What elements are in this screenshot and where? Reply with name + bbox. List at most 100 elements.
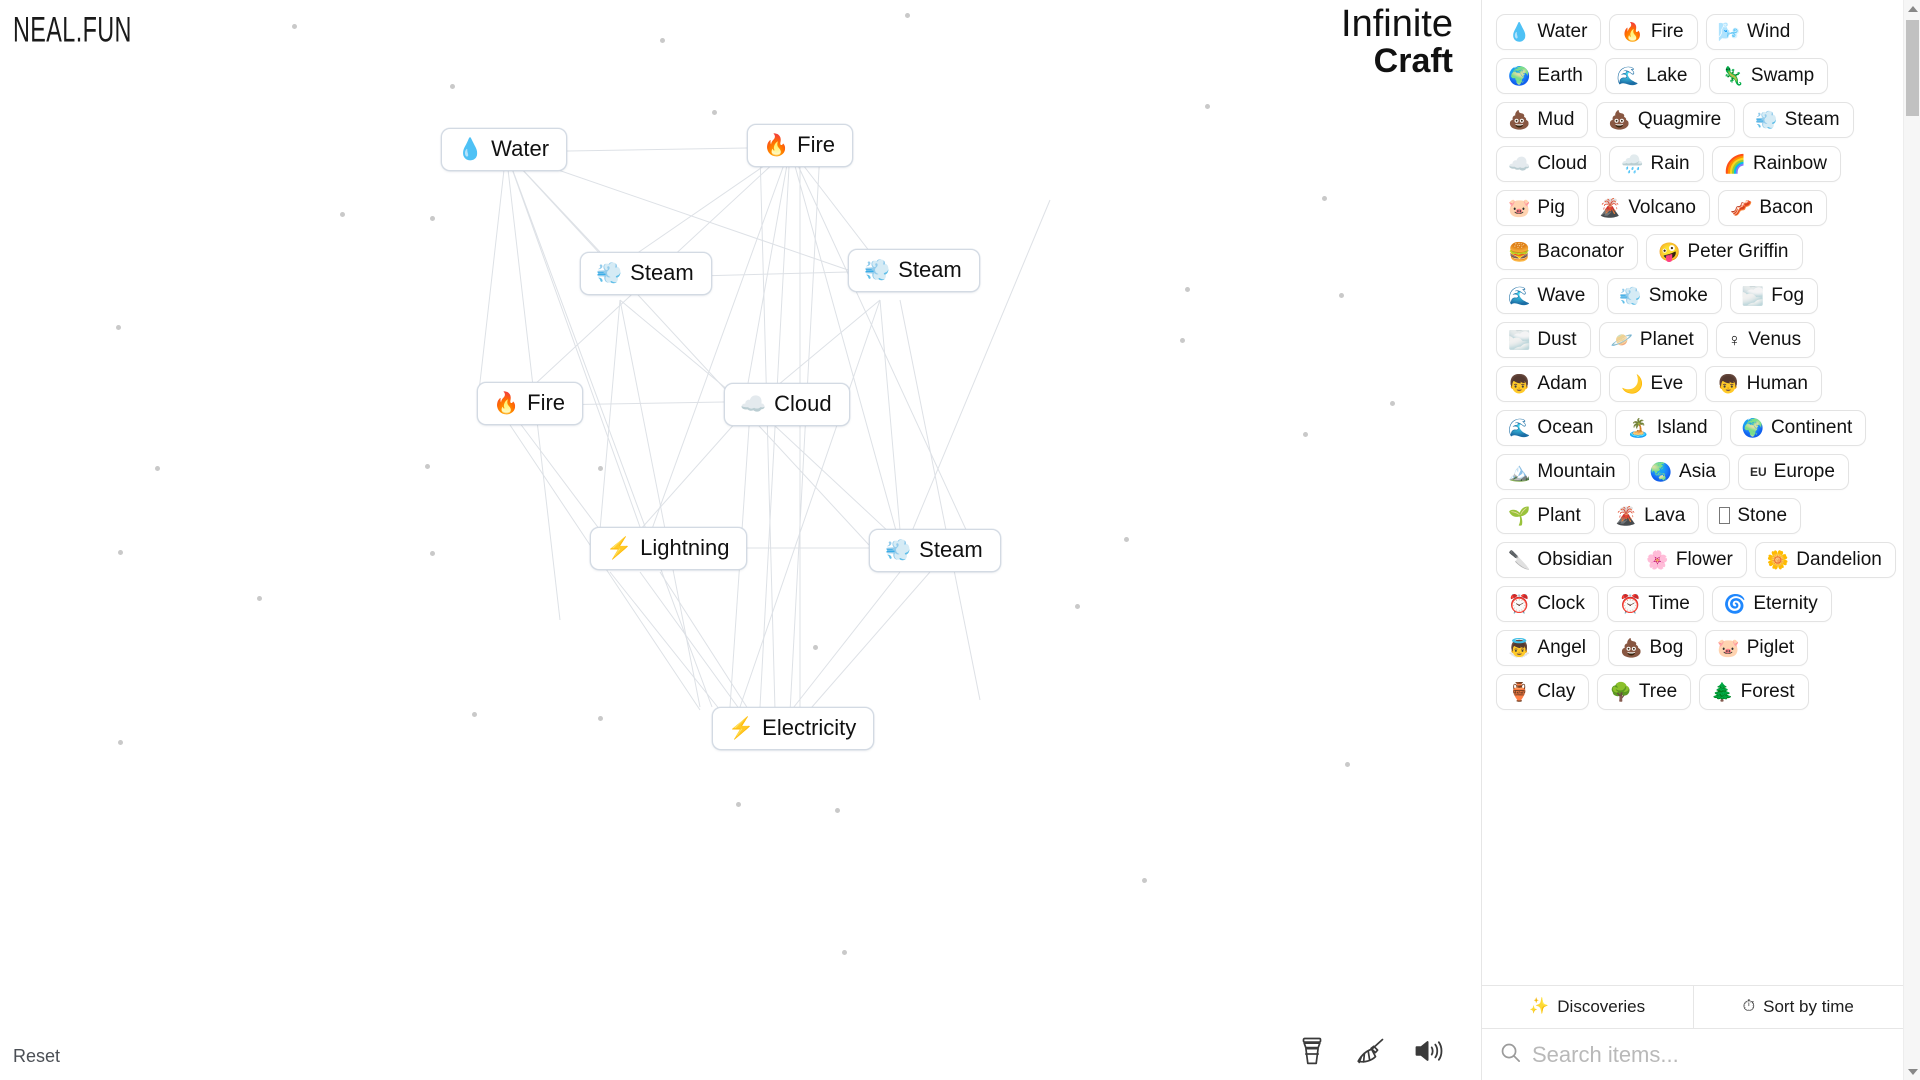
canvas-node-steam[interactable]: 💨Steam bbox=[869, 529, 1001, 572]
steam-icon: 💨 bbox=[864, 260, 890, 281]
bacon-icon: 🥓 bbox=[1730, 199, 1752, 217]
background-dot bbox=[712, 110, 717, 115]
sidebar-item-volcano[interactable]: 🌋Volcano bbox=[1587, 190, 1710, 226]
background-dot bbox=[1185, 287, 1190, 292]
alarm-clock-icon: ⏰ bbox=[1508, 595, 1530, 613]
sidebar-item-rainbow[interactable]: 🌈Rainbow bbox=[1712, 146, 1841, 182]
sidebar-item-peter-griffin[interactable]: 🤪Peter Griffin bbox=[1646, 234, 1802, 270]
sidebar-item-water[interactable]: 💧Water bbox=[1496, 14, 1601, 50]
fire-icon: 🔥 bbox=[1621, 23, 1643, 41]
sidebar-item-label: Smoke bbox=[1649, 286, 1708, 305]
game-title: Infinite Craft bbox=[1341, 5, 1453, 78]
sidebar-item-asia[interactable]: 🌏Asia bbox=[1638, 454, 1730, 490]
canvas-node-cloud[interactable]: ☁️Cloud bbox=[724, 383, 850, 426]
canvas-node-label: Steam bbox=[919, 539, 983, 561]
sidebar-item-eve[interactable]: 🌙Eve bbox=[1609, 366, 1697, 402]
background-dot bbox=[842, 950, 847, 955]
sidebar-item-continent[interactable]: 🌍Continent bbox=[1730, 410, 1867, 446]
sidebar-item-label: Volcano bbox=[1628, 198, 1696, 217]
sidebar-scrollbar[interactable] bbox=[1903, 0, 1920, 1080]
sidebar-item-bacon[interactable]: 🥓 Bacon bbox=[1718, 190, 1827, 226]
canvas-node-fire[interactable]: 🔥Fire bbox=[747, 124, 853, 167]
sidebar-item-bog[interactable]: 💩Bog bbox=[1608, 630, 1697, 666]
sidebar-item-dust[interactable]: 🌫️Dust bbox=[1496, 322, 1591, 358]
scrollbar-thumb[interactable] bbox=[1906, 20, 1919, 116]
sidebar-item-adam[interactable]: 👦Adam bbox=[1496, 366, 1601, 402]
discoveries-filter-button[interactable]: ✨ Discoveries bbox=[1482, 986, 1693, 1028]
sidebar-item-mud[interactable]: 💩Mud bbox=[1496, 102, 1588, 138]
sidebar-item-clay[interactable]: 🏺Clay bbox=[1496, 674, 1589, 710]
sort-by-time-label: Sort by time bbox=[1763, 997, 1854, 1017]
sidebar-item-tree[interactable]: 🌳Tree bbox=[1597, 674, 1691, 710]
scrollbar-up-arrow[interactable] bbox=[1904, 0, 1920, 17]
canvas-node-lightning[interactable]: ⚡Lightning bbox=[590, 527, 747, 570]
sort-by-time-button[interactable]: ⏱ Sort by time bbox=[1693, 986, 1904, 1028]
sidebar-item-piglet[interactable]: 🐷Piglet bbox=[1705, 630, 1808, 666]
sidebar-item-planet[interactable]: 🪐Planet bbox=[1599, 322, 1708, 358]
sidebar-item-time[interactable]: ⏰Time bbox=[1607, 586, 1704, 622]
sidebar-item-label: Asia bbox=[1679, 462, 1716, 481]
neal-fun-wordmark[interactable]: NEAL.FUN bbox=[13, 11, 132, 51]
sidebar-item-human[interactable]: 👦Human bbox=[1705, 366, 1822, 402]
search-bar[interactable] bbox=[1482, 1029, 1903, 1080]
sidebar-item-lake[interactable]: 🌊Lake bbox=[1605, 58, 1702, 94]
sidebar-item-eternity[interactable]: 🌀Eternity bbox=[1712, 586, 1832, 622]
sidebar-item-island[interactable]: 🏝️Island bbox=[1615, 410, 1721, 446]
background-dot bbox=[1180, 338, 1185, 343]
pig-face-icon: 🐷 bbox=[1508, 199, 1530, 217]
sidebar-item-ocean[interactable]: 🌊Ocean bbox=[1496, 410, 1607, 446]
sidebar-item-earth[interactable]: 🌍Earth bbox=[1496, 58, 1597, 94]
scrollbar-down-arrow[interactable] bbox=[1904, 1063, 1920, 1080]
sidebar-item-cloud[interactable]: ☁️Cloud bbox=[1496, 146, 1601, 182]
steam-icon: 💨 bbox=[1755, 111, 1777, 129]
sidebar-item-rain[interactable]: 🌧️Rain bbox=[1609, 146, 1704, 182]
pig-face-icon: 🐷 bbox=[1717, 639, 1739, 657]
sidebar-item-wind[interactable]: 🌬️Wind bbox=[1706, 14, 1805, 50]
sidebar-item-quagmire[interactable]: 💩Quagmire bbox=[1596, 102, 1735, 138]
sidebar-item-pig[interactable]: 🐷Pig bbox=[1496, 190, 1579, 226]
reset-button[interactable]: Reset bbox=[13, 1046, 60, 1067]
background-dot bbox=[116, 325, 121, 330]
seedling-icon: 🌱 bbox=[1508, 507, 1530, 525]
sidebar-item-angel[interactable]: 👼Angel bbox=[1496, 630, 1600, 666]
sidebar-item-label: Baconator bbox=[1537, 242, 1624, 261]
sidebar-item-stone[interactable]: Stone bbox=[1707, 498, 1801, 534]
canvas-node-water[interactable]: 💧Water bbox=[441, 128, 567, 171]
sidebar-item-swamp[interactable]: 🦎Swamp bbox=[1709, 58, 1828, 94]
search-input[interactable] bbox=[1532, 1042, 1862, 1068]
coffee-icon[interactable] bbox=[1295, 1034, 1329, 1068]
sidebar-item-plant[interactable]: 🌱 Plant bbox=[1496, 498, 1595, 534]
canvas-node-electricity[interactable]: ⚡Electricity bbox=[712, 707, 874, 750]
missing-glyph-icon bbox=[1719, 507, 1730, 524]
sidebar-item-fire[interactable]: 🔥Fire bbox=[1609, 14, 1697, 50]
crafting-canvas[interactable]: NEAL.FUN Infinite Craft 💧Water🔥Fire💨Stea… bbox=[0, 0, 1481, 1080]
sidebar-item-mountain[interactable]: 🏔️Mountain bbox=[1496, 454, 1630, 490]
sidebar-item-label: Plant bbox=[1537, 506, 1580, 525]
sidebar-item-label: Bacon bbox=[1759, 198, 1813, 217]
sound-icon[interactable] bbox=[1411, 1034, 1445, 1068]
wave-icon: 🌊 bbox=[1508, 419, 1530, 437]
sidebar-item-wave[interactable]: 🌊Wave bbox=[1496, 278, 1599, 314]
sidebar-item-forest[interactable]: 🌲Forest bbox=[1699, 674, 1808, 710]
canvas-node-label: Fire bbox=[797, 134, 835, 156]
sidebar-item-smoke[interactable]: 💨Smoke bbox=[1607, 278, 1722, 314]
canvas-node-steam[interactable]: 💨Steam bbox=[848, 249, 980, 292]
sidebar-item-flower[interactable]: 🌸Flower bbox=[1634, 542, 1746, 578]
wind-icon: 🌬️ bbox=[1718, 23, 1740, 41]
background-dot bbox=[340, 212, 345, 217]
sidebar-item-label: Mud bbox=[1537, 110, 1574, 129]
sidebar-item-fog[interactable]: 🌫️Fog bbox=[1730, 278, 1818, 314]
sidebar-item-lava[interactable]: 🌋Lava bbox=[1603, 498, 1700, 534]
hamburger-icon: 🍔 bbox=[1508, 243, 1530, 261]
sidebar-item-europe[interactable]: EUEurope bbox=[1738, 454, 1849, 490]
sidebar-item-baconator[interactable]: 🍔 Baconator bbox=[1496, 234, 1638, 270]
canvas-node-steam[interactable]: 💨Steam bbox=[580, 252, 712, 295]
sidebar-item-clock[interactable]: ⏰Clock bbox=[1496, 586, 1599, 622]
sidebar-item-venus[interactable]: ♀Venus bbox=[1716, 322, 1815, 358]
broom-icon[interactable] bbox=[1353, 1034, 1387, 1068]
sidebar-item-steam[interactable]: 💨Steam bbox=[1743, 102, 1853, 138]
canvas-node-fire[interactable]: 🔥Fire bbox=[477, 382, 583, 425]
background-dot bbox=[1339, 293, 1344, 298]
sidebar-item-obsidian[interactable]: 🔪Obsidian bbox=[1496, 542, 1626, 578]
sidebar-item-dandelion[interactable]: 🌼Dandelion bbox=[1755, 542, 1896, 578]
